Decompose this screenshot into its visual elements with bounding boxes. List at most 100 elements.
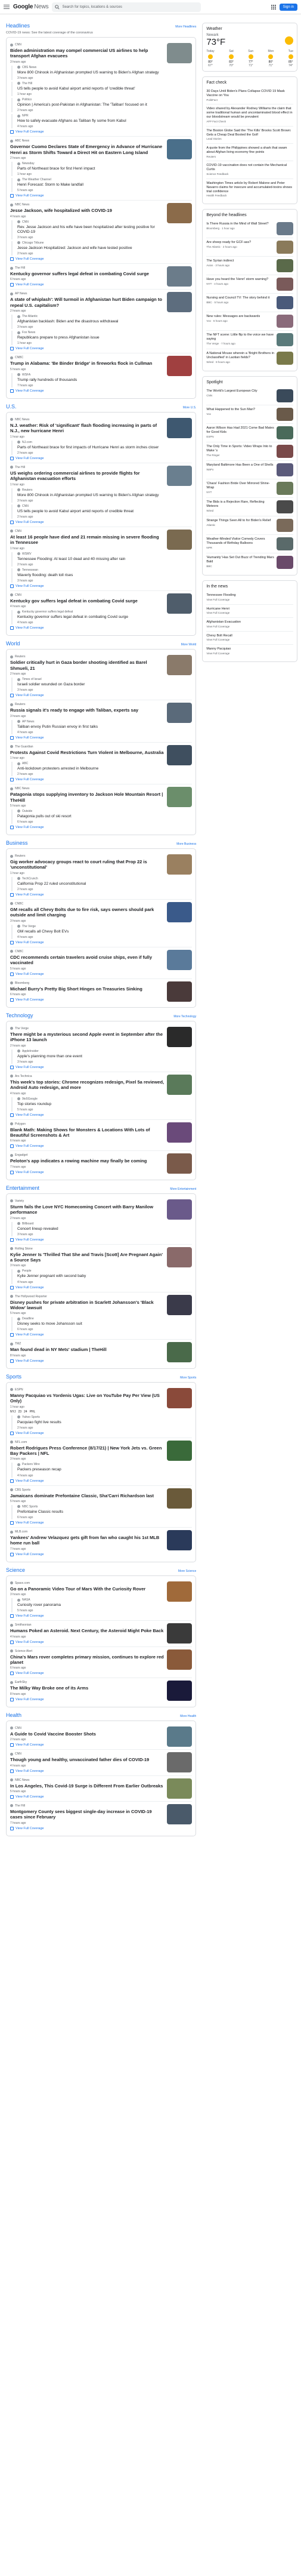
- side-item-title[interactable]: 'Chaos' Fashion Bride Over Mirrored Shin…: [206, 482, 274, 490]
- sub-headline-link[interactable]: More 800 Chinook in Afghanistan prompted…: [17, 70, 164, 75]
- side-item[interactable]: Chevy Bolt Recall View Full Coverage: [206, 632, 293, 645]
- source-name[interactable]: NBC News: [15, 203, 29, 207]
- story-thumbnail[interactable]: [167, 744, 193, 765]
- source-name[interactable]: CNBC: [15, 356, 23, 359]
- source-name[interactable]: Times of Israel: [22, 678, 42, 681]
- source-name[interactable]: The Atlantic: [22, 315, 38, 318]
- source-name[interactable]: Fox News: [22, 331, 35, 334]
- side-item[interactable]: Video shared by Alexander Rodney William…: [206, 104, 293, 127]
- side-item-title[interactable]: The Bids is a Rejection Rare, Reflecting…: [206, 500, 274, 509]
- full-coverage-button[interactable]: View Full Coverage: [10, 584, 164, 588]
- side-item-title[interactable]: A quote from the Philippines showed a sh…: [206, 146, 293, 155]
- side-item[interactable]: A quote from the Philippines showed a sh…: [206, 144, 293, 162]
- side-item-title[interactable]: Chevy Bolt Recall: [206, 634, 293, 638]
- source-name[interactable]: CBS Sports: [15, 1488, 30, 1492]
- source-name[interactable]: The Hollywood Reporter: [15, 1295, 47, 1298]
- headline-link[interactable]: China's Mars rover completes primary mis…: [10, 1654, 164, 1666]
- section-title[interactable]: Sports: [6, 1374, 21, 1380]
- sub-headline-link[interactable]: Prefontaine Classic results: [17, 1510, 164, 1515]
- source-name[interactable]: People: [22, 1269, 32, 1273]
- headline-link[interactable]: N.J. weather: Risk of 'significant' flas…: [10, 423, 164, 434]
- source-name[interactable]: The Hill: [22, 82, 32, 85]
- side-item-title[interactable]: New rules: Messages are backwards: [206, 315, 274, 319]
- story-thumbnail[interactable]: [167, 266, 193, 287]
- apps-icon[interactable]: [271, 4, 276, 10]
- full-coverage-button[interactable]: View Full Coverage: [10, 1479, 164, 1483]
- sub-headline-link[interactable]: Parts of Northeast brace for first Henri…: [17, 167, 164, 171]
- side-item-title[interactable]: 'Humanity' Has Set Out Buzz of Trending …: [206, 556, 274, 564]
- side-item-title[interactable]: The World's Largest European City: [206, 389, 274, 393]
- section-more-link[interactable]: More Business: [176, 842, 196, 846]
- sub-headline-link[interactable]: California Prop 22 ruled unconstitutiona…: [17, 882, 164, 887]
- full-coverage-button[interactable]: View Full Coverage: [10, 1697, 164, 1701]
- full-coverage-button[interactable]: View Full Coverage: [10, 735, 164, 740]
- section-more-link[interactable]: More Headlines: [175, 25, 196, 29]
- source-name[interactable]: Politico: [22, 98, 32, 101]
- side-item-title[interactable]: The Syrian indirect: [206, 259, 274, 263]
- side-item[interactable]: Aaron Wilson Has Had 2021 Come Bad Mates…: [206, 424, 293, 442]
- headline-link[interactable]: Disney pushes for private arbitration in…: [10, 1300, 164, 1311]
- story-thumbnail[interactable]: [167, 43, 193, 63]
- story-thumbnail[interactable]: [167, 1342, 193, 1363]
- full-coverage-button[interactable]: View Full Coverage: [10, 1144, 164, 1149]
- source-name[interactable]: NBC News: [15, 787, 29, 790]
- headline-link[interactable]: Jamaicans dominate Prefontaine Classic, …: [10, 1493, 164, 1498]
- side-item[interactable]: COVID-19 vaccination does not contain th…: [206, 161, 293, 179]
- story-thumbnail[interactable]: [167, 1199, 193, 1220]
- source-name[interactable]: The Hill: [15, 466, 25, 469]
- full-coverage-button[interactable]: View Full Coverage: [10, 347, 164, 351]
- source-name[interactable]: Polygon: [15, 1122, 26, 1126]
- story-thumbnail[interactable]: [167, 292, 193, 313]
- headline-link[interactable]: This week's top stories: Chrome recogniz…: [10, 1079, 164, 1091]
- source-name[interactable]: Chicago Tribune: [22, 241, 44, 245]
- headline-link[interactable]: Russia signals it's ready to engage with…: [10, 707, 164, 713]
- side-item-title[interactable]: Have you heard the 'Henri' storm warning…: [206, 278, 274, 282]
- sub-headline-link[interactable]: Concert lineup revealed: [17, 1227, 164, 1232]
- story-thumbnail[interactable]: [167, 529, 193, 550]
- headline-link[interactable]: Trump in Alabama: 'Be Binder Bridge' in …: [10, 361, 164, 366]
- source-name[interactable]: 9to5Google: [22, 1097, 38, 1101]
- headline-link[interactable]: There might be a mysterious second Apple…: [10, 1032, 164, 1043]
- side-item[interactable]: Maryland Baltimore Has Been a One of She…: [206, 461, 293, 479]
- section-more-link[interactable]: More World: [181, 643, 197, 647]
- story-thumbnail[interactable]: [167, 1649, 193, 1670]
- full-coverage-button[interactable]: View Full Coverage: [10, 1431, 164, 1435]
- headline-link[interactable]: Governor Cuomo Declares State of Emergen…: [10, 144, 164, 155]
- story-thumbnail[interactable]: [167, 1294, 193, 1315]
- full-coverage-button[interactable]: View Full Coverage: [10, 1065, 164, 1069]
- story-thumbnail[interactable]: [167, 465, 193, 486]
- sub-headline-link[interactable]: Patagonia pulls out of ski resort: [17, 814, 164, 819]
- full-coverage-button[interactable]: View Full Coverage: [10, 826, 164, 829]
- sub-headline-link[interactable]: Curiosity rover panorama: [17, 1603, 164, 1608]
- story-thumbnail[interactable]: [167, 703, 193, 724]
- headline-link[interactable]: GM recalls all Chevy Bolts due to fire r…: [10, 907, 164, 918]
- covid-note[interactable]: COVID-19 news: See the latest coverage o…: [6, 31, 196, 35]
- full-coverage-button[interactable]: View Full Coverage: [10, 1359, 164, 1363]
- headline-link[interactable]: Blank Math: Making Shows for Monsters & …: [10, 1127, 164, 1138]
- section-title[interactable]: Entertainment: [6, 1185, 39, 1191]
- side-item-title[interactable]: COVID-19 vaccination does not contain th…: [206, 164, 293, 172]
- side-item[interactable]: Is There Russia in the Mind of Wall Stre…: [206, 220, 293, 238]
- side-item[interactable]: The Bids is a Rejection Rare, Reflecting…: [206, 498, 293, 516]
- headline-link[interactable]: Manny Pacquiao vs Yordenis Ugas: Live on…: [10, 1393, 164, 1404]
- story-thumbnail[interactable]: [167, 1803, 193, 1824]
- section-title[interactable]: Business: [6, 840, 28, 846]
- section-title[interactable]: Headlines: [6, 23, 30, 29]
- side-item-title[interactable]: Strange Things Seen All to for Biden's R…: [206, 519, 274, 523]
- side-item-title[interactable]: Tennessee Flooding: [206, 593, 293, 598]
- story-thumbnail[interactable]: [167, 1247, 193, 1267]
- headline-link[interactable]: Kentucky governor suffers legal defeat i…: [10, 271, 164, 276]
- sub-headline-link[interactable]: More 800 Chinook in Afghanistan prompted…: [17, 493, 164, 498]
- temp-unit[interactable]: F: [220, 37, 225, 47]
- section-more-link[interactable]: More Sports: [180, 1376, 196, 1380]
- source-name[interactable]: The Weather Channel: [22, 178, 51, 181]
- source-name[interactable]: Space.com: [15, 1581, 30, 1585]
- side-item-title[interactable]: What Happened to the Sun Man?: [206, 408, 274, 412]
- sub-headline-link[interactable]: Opinion | America's post-Pakistan in Afg…: [17, 103, 164, 107]
- full-coverage-button[interactable]: View Full Coverage: [10, 194, 164, 198]
- full-coverage-button[interactable]: View Full Coverage: [10, 1285, 164, 1289]
- headline-link[interactable]: Soldier critically hurt in Gaza border s…: [10, 660, 164, 671]
- headline-link[interactable]: Patagonia stops supplying inventory to J…: [10, 792, 164, 803]
- story-thumbnail[interactable]: [167, 1153, 193, 1174]
- headline-link[interactable]: Sturm fails the Love NYC Homecoming Conc…: [10, 1204, 164, 1215]
